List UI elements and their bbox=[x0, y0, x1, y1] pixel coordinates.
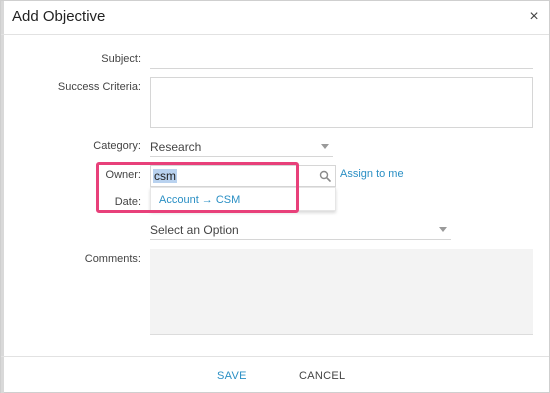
close-icon[interactable]: × bbox=[527, 9, 541, 25]
category-value: Research bbox=[150, 140, 202, 154]
comments-label: Comments: bbox=[84, 253, 141, 265]
assign-to-me-link[interactable]: Assign to me bbox=[340, 168, 404, 180]
dialog-title: Add Objective bbox=[12, 8, 106, 25]
subject-input[interactable] bbox=[150, 49, 533, 69]
cancel-button[interactable]: CANCEL bbox=[299, 370, 345, 382]
chevron-down-icon bbox=[321, 144, 329, 149]
owner-label: Owner: bbox=[105, 169, 141, 181]
success-criteria-label: Success Criteria: bbox=[57, 81, 141, 93]
subject-label: Subject: bbox=[101, 53, 141, 65]
chevron-down-icon bbox=[439, 227, 447, 232]
comments-textarea[interactable] bbox=[150, 249, 533, 335]
search-icon[interactable] bbox=[319, 170, 331, 182]
success-criteria-textarea[interactable] bbox=[150, 77, 533, 128]
option-select[interactable]: Select an Option bbox=[150, 220, 451, 240]
date-label: Date: bbox=[114, 196, 141, 208]
save-button[interactable]: SAVE bbox=[217, 370, 247, 382]
dialog-header: Add Objective × bbox=[1, 1, 549, 35]
category-label: Category: bbox=[93, 140, 141, 152]
option-select-placeholder: Select an Option bbox=[150, 223, 239, 237]
owner-suggestions-dropdown: Account → CSM bbox=[150, 187, 336, 211]
owner-search-input[interactable]: csm bbox=[150, 165, 336, 187]
category-select[interactable]: Research bbox=[150, 137, 333, 157]
owner-suggestion-item[interactable]: Account → CSM bbox=[159, 194, 240, 206]
add-objective-dialog: Add Objective × Subject: Success Criteri… bbox=[0, 0, 550, 393]
owner-input-value: csm bbox=[153, 169, 177, 183]
dialog-footer: SAVE CANCEL bbox=[1, 356, 549, 393]
